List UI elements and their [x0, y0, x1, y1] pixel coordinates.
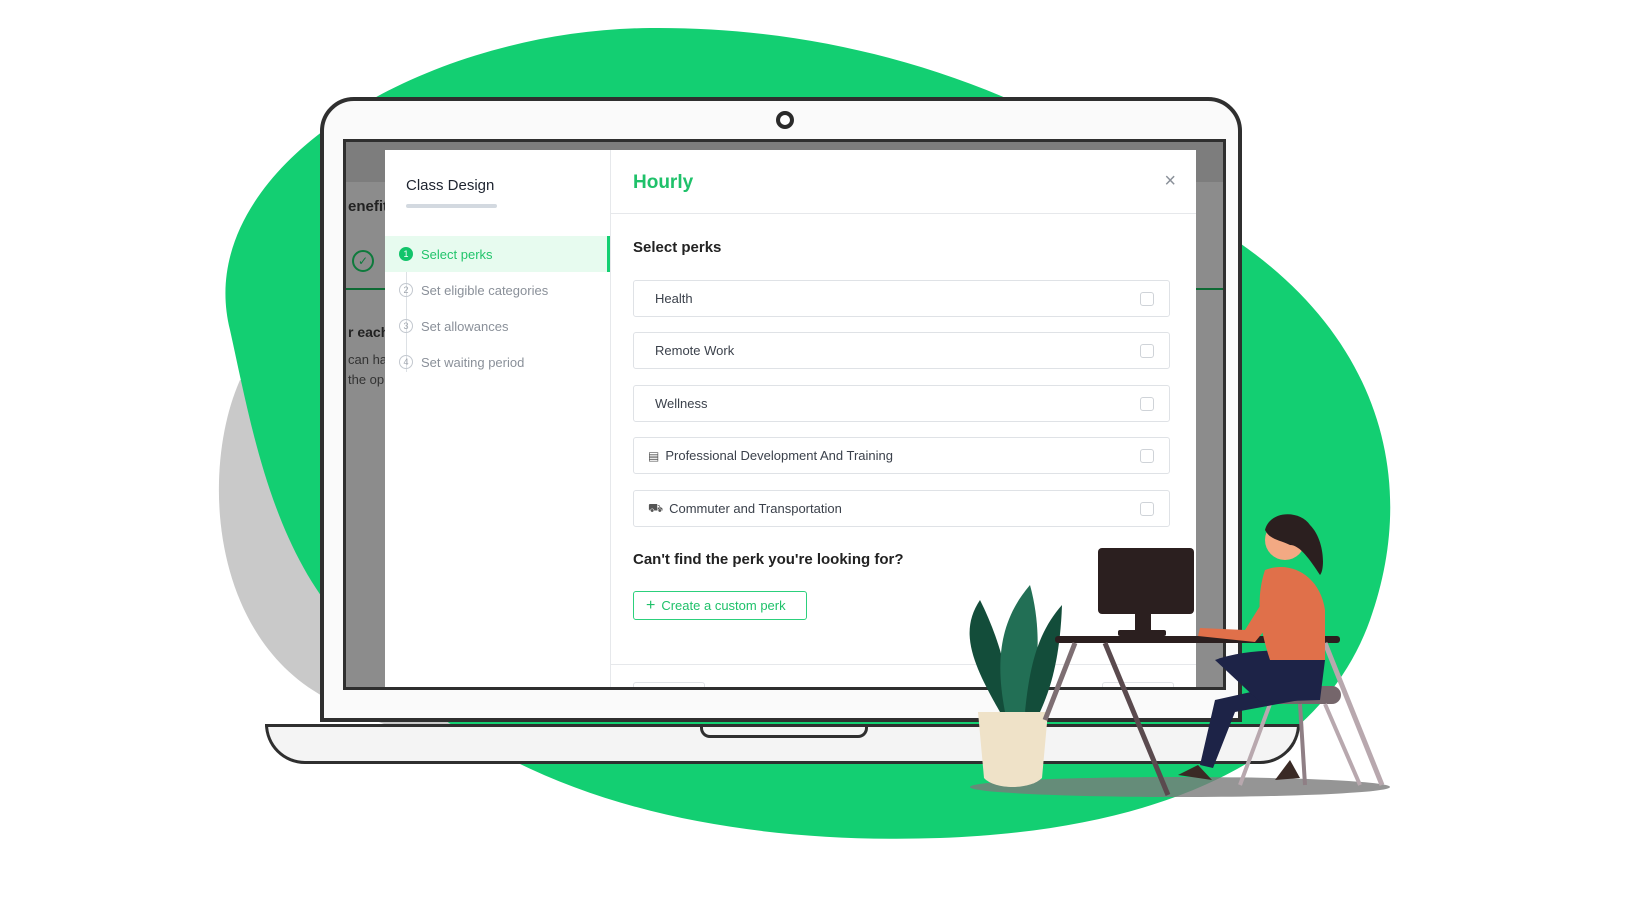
- laptop-screen: enefit ✓ r each can ha the op Class Desi…: [343, 139, 1226, 690]
- class-design-modal: Class Design 1 Select perks 2 Set eligib…: [385, 150, 1196, 687]
- step-select-perks[interactable]: 1 Select perks: [385, 236, 610, 272]
- step-set-allowances[interactable]: 3 Set allowances: [385, 308, 610, 344]
- perk-checkbox[interactable]: [1140, 397, 1154, 411]
- check-circle-icon: ✓: [352, 250, 374, 272]
- background-title: enefit: [348, 198, 389, 215]
- step-number: 3: [399, 319, 413, 333]
- step-number: 4: [399, 355, 413, 369]
- perk-wellness[interactable]: Wellness: [633, 385, 1170, 422]
- step-label: Set eligible categories: [421, 282, 549, 298]
- close-icon[interactable]: ×: [1164, 170, 1176, 193]
- perk-health[interactable]: Health: [633, 280, 1170, 317]
- step-number: 2: [399, 283, 413, 297]
- perk-professional-development[interactable]: ▤ Professional Development And Training: [633, 437, 1170, 474]
- background-text: can ha: [348, 352, 388, 367]
- perk-checkbox[interactable]: [1140, 449, 1154, 463]
- progress-bar: [406, 204, 497, 208]
- plus-icon: +: [646, 596, 656, 614]
- perk-label: Health: [655, 291, 693, 306]
- background-heading: r each: [348, 324, 390, 340]
- step-set-eligible-categories[interactable]: 2 Set eligible categories: [385, 272, 610, 308]
- section-title: Select perks: [633, 239, 722, 256]
- step-label: Set allowances: [421, 318, 509, 334]
- create-custom-perk-button[interactable]: + Create a custom perk: [633, 591, 807, 620]
- divider: [611, 213, 1196, 214]
- perk-label: Professional Development And Training: [665, 448, 893, 463]
- step-label: Set waiting period: [421, 354, 525, 370]
- perk-label: Wellness: [655, 396, 708, 411]
- camera-icon: [776, 111, 794, 129]
- footer-back-button[interactable]: [633, 682, 705, 687]
- modal-title: Hourly: [633, 172, 694, 193]
- train-icon: ⛟: [648, 500, 664, 515]
- perk-remote-work[interactable]: Remote Work: [633, 332, 1170, 369]
- book-icon: ▤: [648, 448, 660, 463]
- footer-next-button[interactable]: [1102, 682, 1174, 687]
- laptop-notch: [700, 724, 868, 738]
- custom-perk-question: Can't find the perk you're looking for?: [633, 551, 904, 568]
- perk-checkbox[interactable]: [1140, 344, 1154, 358]
- perk-label: Commuter and Transportation: [669, 501, 842, 516]
- perk-commuter[interactable]: ⛟ Commuter and Transportation: [633, 490, 1170, 527]
- perk-checkbox[interactable]: [1140, 292, 1154, 306]
- sidebar-title: Class Design: [406, 177, 495, 194]
- modal-main: Hourly × Select perks Health Remote Work…: [611, 150, 1196, 687]
- perk-checkbox[interactable]: [1140, 502, 1154, 516]
- step-label: Select perks: [421, 246, 493, 262]
- stepper-sidebar: Class Design 1 Select perks 2 Set eligib…: [385, 150, 611, 687]
- footer-divider: [611, 664, 1196, 665]
- step-set-waiting-period[interactable]: 4 Set waiting period: [385, 344, 610, 380]
- background-text: the op: [348, 372, 385, 387]
- perk-label: Remote Work: [655, 343, 735, 358]
- button-label: Create a custom perk: [661, 598, 786, 613]
- step-number: 1: [399, 247, 413, 261]
